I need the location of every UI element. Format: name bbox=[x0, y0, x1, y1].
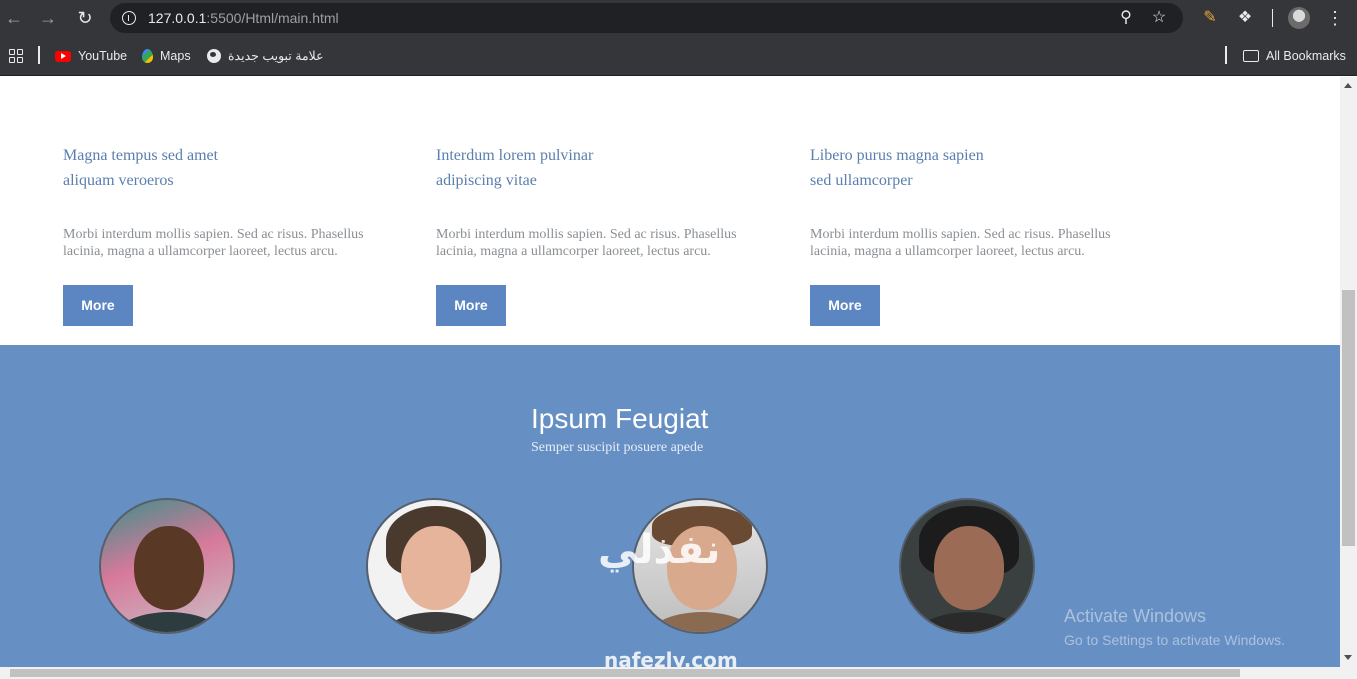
feature-text: Morbi interdum mollis sapien. Sed ac ris… bbox=[436, 227, 737, 259]
youtube-icon bbox=[55, 50, 71, 62]
feature-text: Morbi interdum mollis sapien. Sed ac ris… bbox=[810, 227, 1111, 259]
feature-text: Morbi interdum mollis sapien. Sed ac ris… bbox=[63, 227, 364, 259]
zoom-icon[interactable]: ⚲ bbox=[1115, 7, 1137, 29]
bookmark-maps[interactable]: Maps bbox=[142, 47, 191, 65]
more-button[interactable]: More bbox=[63, 285, 133, 326]
section-title: Ipsum Feugiat bbox=[531, 403, 709, 434]
bookmark-youtube[interactable]: YouTube bbox=[55, 47, 127, 65]
toolbar-divider bbox=[1272, 9, 1273, 27]
bookmarks-divider bbox=[1225, 46, 1227, 64]
profile-avatar-icon[interactable] bbox=[1288, 7, 1310, 29]
scroll-down-icon[interactable] bbox=[1344, 655, 1352, 660]
horizontal-scroll-thumb[interactable] bbox=[10, 669, 1240, 677]
reload-icon[interactable]: ↻ bbox=[73, 6, 97, 30]
bookmark-new-tab[interactable]: علامة تبويب جديدة bbox=[207, 47, 324, 65]
all-bookmarks[interactable]: All Bookmarks bbox=[1243, 47, 1346, 65]
url-text[interactable]: 127.0.0.1:5500/Html/main.html bbox=[148, 10, 339, 26]
page-viewport: Magna tempus sed amet aliquam veroeros Mo… bbox=[0, 77, 1340, 667]
extension-pen-icon[interactable]: ✎ bbox=[1198, 6, 1222, 30]
site-info-icon[interactable] bbox=[122, 11, 136, 25]
bookmark-label: YouTube bbox=[78, 49, 128, 63]
feature-title: Libero purus magna sapien sed ullamcorper bbox=[810, 147, 984, 189]
menu-dots-icon[interactable]: ⋮ bbox=[1323, 6, 1347, 30]
more-button[interactable]: More bbox=[810, 285, 880, 326]
bookmark-star-icon[interactable]: ☆ bbox=[1148, 7, 1170, 29]
address-bar[interactable]: 127.0.0.1:5500/Html/main.html ⚲ ☆ bbox=[110, 3, 1183, 33]
bookmark-label: Maps bbox=[160, 49, 191, 63]
team-member-avatar bbox=[99, 498, 235, 634]
forward-arrow-icon[interactable]: → bbox=[36, 6, 60, 30]
horizontal-scrollbar[interactable] bbox=[0, 667, 1340, 679]
feature-title: Interdum lorem pulvinar adipiscing vitae bbox=[436, 147, 594, 189]
section-subtitle: Semper suscipit posuere apede bbox=[531, 440, 704, 455]
vertical-scrollbar[interactable] bbox=[1340, 77, 1357, 667]
browser-toolbar: ← → ↻ 127.0.0.1:5500/Html/main.html ⚲ ☆ … bbox=[0, 0, 1357, 36]
all-bookmarks-label: All Bookmarks bbox=[1266, 49, 1346, 63]
globe-icon bbox=[207, 49, 221, 63]
scrollbar-corner bbox=[1340, 667, 1357, 679]
scroll-up-icon[interactable] bbox=[1344, 83, 1352, 88]
bookmarks-divider bbox=[38, 46, 40, 64]
folder-icon bbox=[1243, 50, 1259, 62]
team-member-avatar bbox=[366, 498, 502, 634]
extensions-puzzle-icon[interactable]: ❖ bbox=[1233, 6, 1257, 30]
watermark-logo: نفذلي bbox=[598, 527, 721, 573]
apps-grid-icon[interactable] bbox=[9, 49, 23, 63]
feature-title: Magna tempus sed amet aliquam veroeros bbox=[63, 147, 219, 189]
team-member-avatar bbox=[899, 498, 1035, 634]
activate-windows-subtitle: Go to Settings to activate Windows. bbox=[1064, 632, 1285, 648]
bookmarks-bar: YouTube Maps علامة تبويب جديدة All Bookm… bbox=[0, 36, 1357, 76]
maps-pin-icon bbox=[142, 49, 153, 63]
more-button[interactable]: More bbox=[436, 285, 506, 326]
vertical-scroll-thumb[interactable] bbox=[1342, 290, 1355, 546]
back-arrow-icon[interactable]: ← bbox=[2, 6, 26, 30]
activate-windows-title: Activate Windows bbox=[1064, 606, 1207, 626]
bookmark-label: علامة تبويب جديدة bbox=[228, 49, 324, 63]
